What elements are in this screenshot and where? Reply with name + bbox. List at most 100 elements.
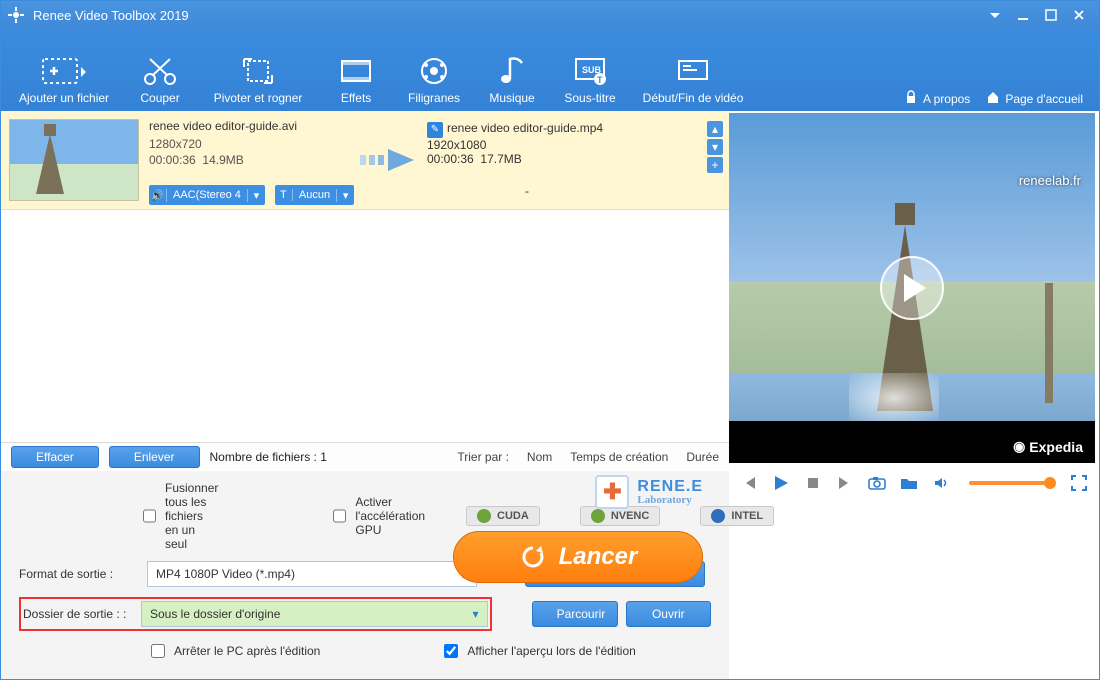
sort-name[interactable]: Nom [527, 450, 552, 464]
merge-checkbox[interactable] [143, 509, 156, 523]
add-row-button[interactable]: + [707, 157, 723, 173]
homepage-button[interactable]: Page d'accueil [986, 90, 1083, 107]
expedia-badge: ◉Expedia [1013, 438, 1083, 455]
sort-ctime[interactable]: Temps de création [570, 450, 668, 464]
maximize-button[interactable] [1037, 5, 1065, 25]
globe-icon: ◉ [1013, 438, 1025, 455]
lock-icon [904, 90, 918, 107]
preview-watermark: reneelab.fr [1019, 173, 1081, 188]
output-folder-value: Sous le dossier d'origine [150, 607, 280, 621]
chevron-down-icon: ▾ [247, 189, 265, 202]
destination-info: ✎renee video editor-guide.mp4 1920x1080 … [427, 119, 627, 198]
minimize-button[interactable] [1009, 5, 1037, 25]
source-resolution: 1280x720 [149, 137, 349, 151]
file-list: renee video editor-guide.avi 1280x720 00… [1, 111, 729, 443]
subtitle-track-dropdown[interactable]: T Aucun ▾ [275, 185, 354, 205]
refresh-icon [519, 543, 547, 571]
window-title: Renee Video Toolbox 2019 [33, 8, 189, 23]
subtitle-track-value: Aucun [293, 189, 336, 201]
output-folder-combo[interactable]: Sous le dossier d'origine ▾ [141, 601, 488, 627]
snapshot-button[interactable] [867, 475, 887, 491]
launch-label: Lancer [559, 543, 638, 571]
sort-duration[interactable]: Durée [686, 450, 719, 464]
stop-button[interactable] [803, 476, 823, 490]
brand-line2: Laboratory [637, 495, 703, 506]
folder-label: Dossier de sortie : : [23, 607, 135, 621]
subtitle-button[interactable]: SUBT Sous-titre [555, 47, 625, 107]
toolbar-label: Sous-titre [564, 91, 615, 105]
app-window: Renee Video Toolbox 2019 Ajouter un fich… [0, 0, 1100, 680]
output-format-value: MP4 1080P Video (*.mp4) [156, 567, 295, 581]
edit-icon[interactable]: ✎ [427, 122, 443, 138]
row-controls: ▴ ▾ + [707, 119, 723, 173]
home-icon [986, 90, 1000, 107]
toolbar-right: A propos Page d'accueil [904, 90, 1093, 107]
volume-slider[interactable] [969, 481, 1051, 485]
sort-by-label: Trier par : [457, 450, 509, 464]
toolbar-label: Filigranes [408, 91, 460, 105]
brand-logo: ✚ RENE.ELaboratory [595, 475, 703, 509]
rotate-crop-button[interactable]: Pivoter et rogner [203, 47, 313, 107]
start-end-button[interactable]: Début/Fin de vidéo [633, 47, 753, 107]
shutdown-checkbox[interactable] [151, 644, 165, 658]
list-footer: Effacer Enlever Nombre de fichiers : 1 T… [1, 443, 729, 471]
open-folder-button[interactable]: Ouvrir [626, 601, 711, 627]
conversion-arrow-icon [349, 119, 427, 175]
remove-button[interactable]: Enlever [109, 446, 200, 468]
launch-button[interactable]: Lancer [453, 531, 703, 583]
prev-button[interactable] [739, 475, 759, 491]
window-menu-icon[interactable] [981, 5, 1009, 25]
destination-resolution: 1920x1080 [427, 138, 627, 152]
open-file-button[interactable] [899, 475, 919, 491]
titlebar: Renee Video Toolbox 2019 [1, 1, 1099, 29]
browse-button[interactable]: Parcourir [532, 601, 618, 627]
preview-checkbox[interactable] [444, 644, 458, 658]
destination-duration-size: 00:00:36 17.7MB [427, 152, 627, 166]
main-toolbar: Ajouter un fichier Couper Pivoter et rog… [1, 29, 1099, 111]
subtitle-icon: SUBT [570, 51, 610, 91]
toolbar-label: Effets [341, 91, 371, 105]
homepage-label: Page d'accueil [1005, 92, 1083, 106]
move-up-button[interactable]: ▴ [707, 121, 723, 137]
text-icon: T [275, 189, 293, 201]
preview-column: reneelab.fr ◉Expedia [729, 111, 1099, 679]
add-file-button[interactable]: Ajouter un fichier [11, 47, 117, 107]
cut-button[interactable]: Couper [125, 47, 195, 107]
effects-button[interactable]: Effets [321, 47, 391, 107]
output-panel: ✚ RENE.ELaboratory Fusionner tous les fi… [1, 471, 729, 679]
destination-placeholder: - [427, 184, 627, 198]
left-column: renee video editor-guide.avi 1280x720 00… [1, 111, 729, 679]
next-button[interactable] [835, 475, 855, 491]
brand-cross-icon: ✚ [595, 475, 629, 509]
move-down-button[interactable]: ▾ [707, 139, 723, 155]
volume-icon[interactable] [931, 475, 951, 491]
add-file-icon [39, 51, 89, 91]
gpu-checkbox[interactable] [333, 509, 346, 523]
clear-button[interactable]: Effacer [11, 446, 99, 468]
video-preview[interactable]: reneelab.fr ◉Expedia [729, 113, 1095, 463]
play-button[interactable] [771, 474, 791, 492]
fullscreen-button[interactable] [1069, 475, 1089, 491]
file-row[interactable]: renee video editor-guide.avi 1280x720 00… [1, 111, 729, 210]
chevron-down-icon: ▾ [473, 607, 479, 621]
watermark-button[interactable]: Filigranes [399, 47, 469, 107]
music-note-icon [492, 51, 532, 91]
intel-chip: INTEL [700, 506, 774, 526]
watermark-icon [414, 51, 454, 91]
speaker-icon: 🔊 [149, 189, 167, 202]
output-format-combo[interactable]: MP4 1080P Video (*.mp4) ▴ [147, 561, 477, 587]
audio-track-value: AAC(Stereo 4 [167, 189, 247, 201]
filmstrip-icon [336, 51, 376, 91]
about-button[interactable]: A propos [904, 90, 970, 107]
transport-bar [729, 463, 1099, 503]
sort-options: Trier par : Nom Temps de création Durée [457, 450, 719, 464]
chevron-down-icon: ▾ [336, 189, 354, 202]
file-count: Nombre de fichiers : 1 [210, 450, 327, 464]
music-button[interactable]: Musique [477, 47, 547, 107]
source-duration-size: 00:00:36 14.9MB [149, 153, 349, 167]
play-overlay-button[interactable] [880, 256, 944, 320]
nvenc-chip: NVENC [580, 506, 661, 526]
close-button[interactable] [1065, 5, 1093, 25]
about-label: A propos [923, 92, 970, 106]
audio-track-dropdown[interactable]: 🔊 AAC(Stereo 4 ▾ [149, 185, 265, 205]
